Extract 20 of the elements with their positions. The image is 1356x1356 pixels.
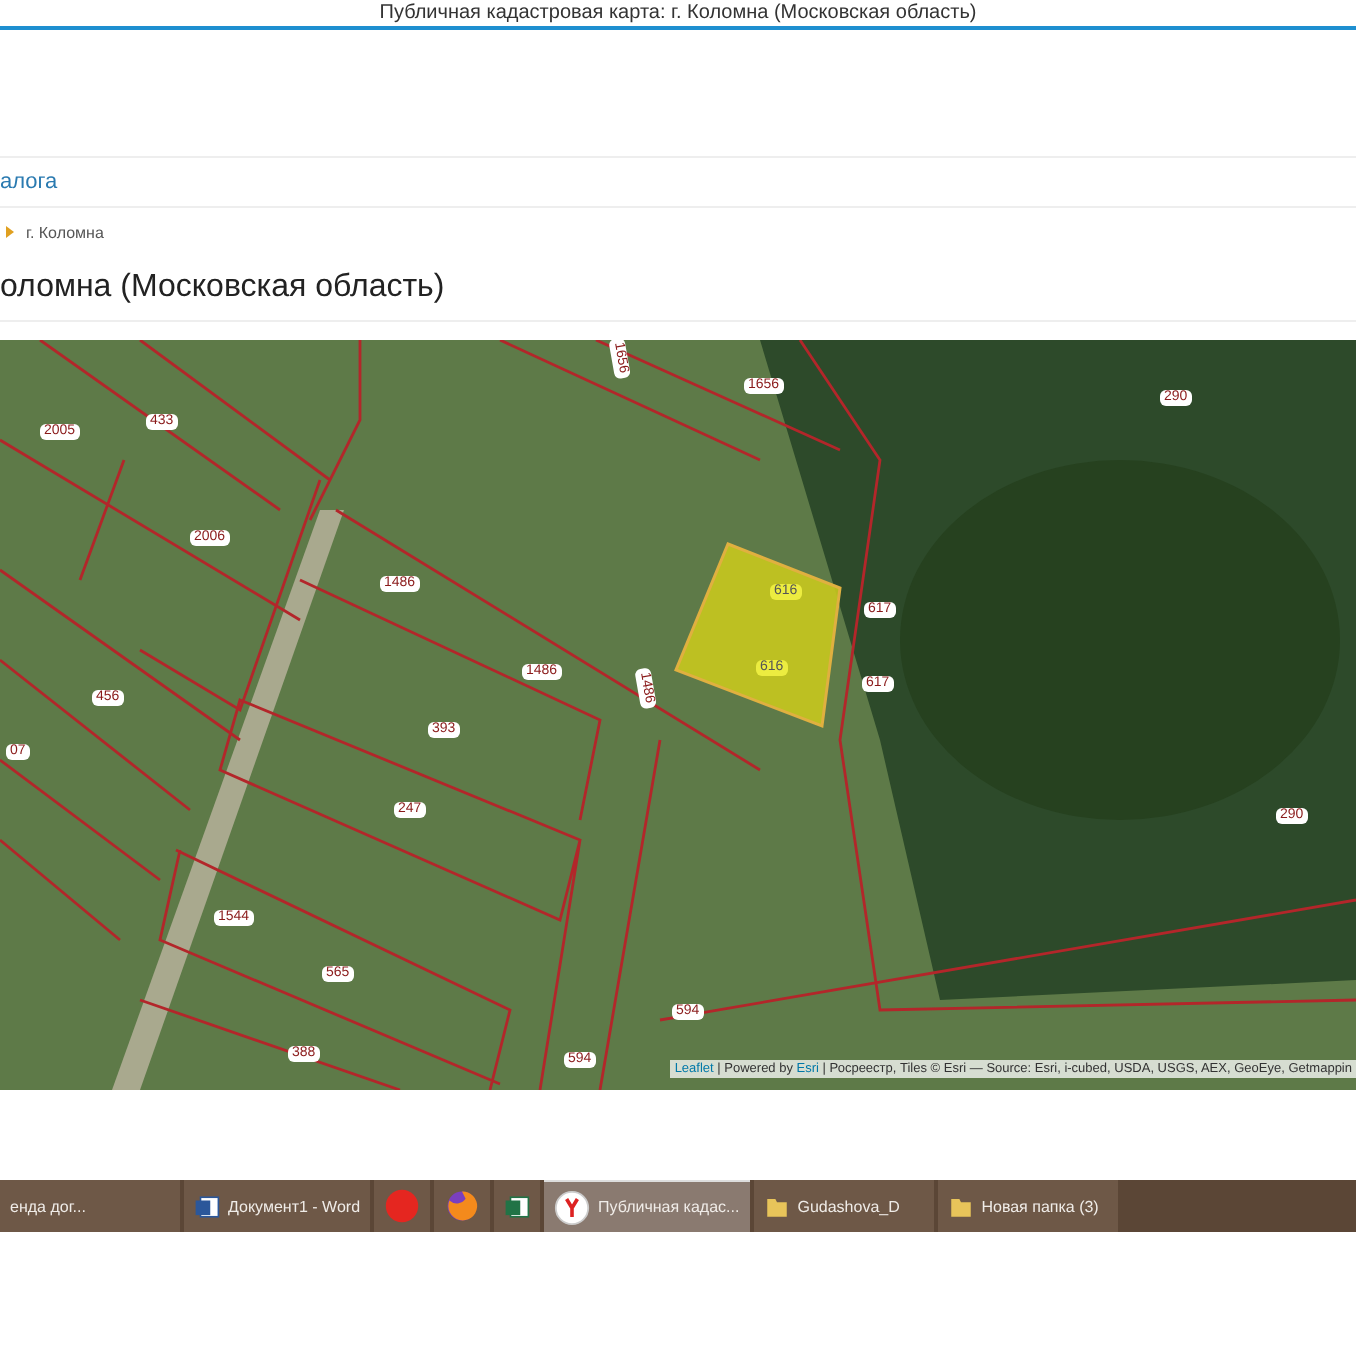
taskbar-button[interactable] bbox=[494, 1180, 541, 1232]
folder-icon bbox=[947, 1193, 974, 1219]
page-title: оломна (Московская область) bbox=[0, 270, 445, 306]
satellite-map[interactable] bbox=[0, 340, 1356, 1090]
circle-logo-icon bbox=[384, 1188, 421, 1224]
nav-link[interactable]: алога bbox=[0, 170, 58, 194]
selected-parcel[interactable] bbox=[674, 542, 842, 729]
breadcrumb-arrow-icon bbox=[6, 226, 14, 238]
taskbar-button[interactable]: Публичная кадас... bbox=[544, 1180, 750, 1232]
taskbar-button[interactable]: енда дог... bbox=[0, 1180, 180, 1232]
browser-tab-title: Публичная кадастровая карта: г. Коломна (Московская область) bbox=[379, 1, 977, 25]
folder-icon bbox=[763, 1193, 790, 1219]
fox-globe-icon bbox=[444, 1188, 481, 1224]
taskbar-button[interactable]: Gudashova_D bbox=[753, 1180, 934, 1232]
breadcrumb-link[interactable]: г. Коломна bbox=[26, 223, 104, 241]
browser-icon bbox=[554, 1189, 591, 1225]
taskbar-button[interactable]: Новая папка (3) bbox=[937, 1180, 1118, 1232]
taskbar-button[interactable]: Документ1 - Word bbox=[184, 1180, 371, 1232]
document-icon bbox=[194, 1193, 220, 1219]
spreadsheet-icon bbox=[504, 1193, 531, 1219]
